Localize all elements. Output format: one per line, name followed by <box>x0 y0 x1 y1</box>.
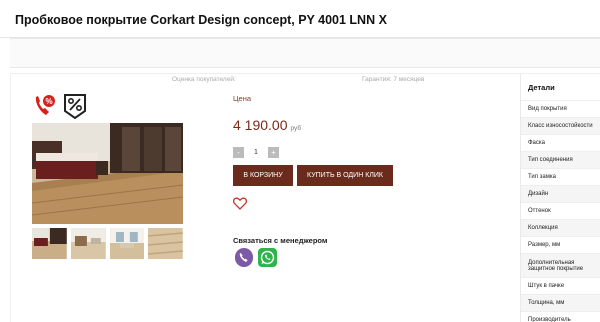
qty-minus-button[interactable]: - <box>233 147 244 158</box>
detail-row: Дополнительная защитное покрытие <box>521 254 600 278</box>
favorite-heart-icon[interactable] <box>233 197 247 210</box>
price-value: 4 190.00 <box>233 117 288 133</box>
whatsapp-icon[interactable] <box>258 248 277 267</box>
qty-input[interactable]: 1 <box>248 149 264 156</box>
rating-label: Оценка покупателей: <box>172 76 236 83</box>
add-to-cart-button[interactable]: В КОРЗИНУ <box>233 165 293 186</box>
price: 4 190.00 руб <box>233 117 301 133</box>
price-label: Цена <box>233 94 252 103</box>
detail-row: Класс износостойкости <box>521 118 600 135</box>
svg-text:%: % <box>45 97 52 106</box>
product-main-image[interactable] <box>32 123 183 224</box>
detail-row: Фаска <box>521 135 600 152</box>
viber-icon[interactable] <box>235 248 253 267</box>
qty-plus-button[interactable]: + <box>268 147 279 158</box>
contact-manager-label: Связаться с менеджером <box>233 236 328 245</box>
detail-row: Тип замка <box>521 169 600 186</box>
detail-row: Производитель <box>521 312 600 322</box>
warranty-label: Гарантия: 7 месяцев <box>362 76 425 83</box>
detail-row: Штук в пачке <box>521 278 600 295</box>
buy-one-click-button[interactable]: КУПИТЬ В ОДИН КЛИК <box>297 165 393 186</box>
discount-shield-icon[interactable] <box>63 93 87 119</box>
detail-row: Размер, мм <box>521 237 600 254</box>
page-title: Пробковое покрытие Corkart Design concep… <box>15 13 387 27</box>
currency-label: руб <box>290 125 302 132</box>
detail-row: Коллекция <box>521 220 600 237</box>
detail-row: Тип соединения <box>521 152 600 169</box>
detail-row: Толщина, мм <box>521 295 600 312</box>
details-panel: Детали Вид покрытия Класс износостойкост… <box>520 74 600 322</box>
detail-row: Оттенок <box>521 203 600 220</box>
thumbnail[interactable] <box>109 228 145 259</box>
detail-row: Дизайн <box>521 186 600 203</box>
thumbnail[interactable] <box>70 228 106 259</box>
toolbar-strip <box>10 38 600 68</box>
thumbnail[interactable] <box>32 228 67 259</box>
phone-discount-icon[interactable]: % <box>33 94 55 118</box>
quantity-stepper: - 1 + <box>233 147 279 158</box>
thumbnail-strip <box>32 228 183 259</box>
thumbnail[interactable] <box>148 228 183 259</box>
detail-row: Вид покрытия <box>521 101 600 118</box>
details-heading: Детали <box>521 74 600 101</box>
